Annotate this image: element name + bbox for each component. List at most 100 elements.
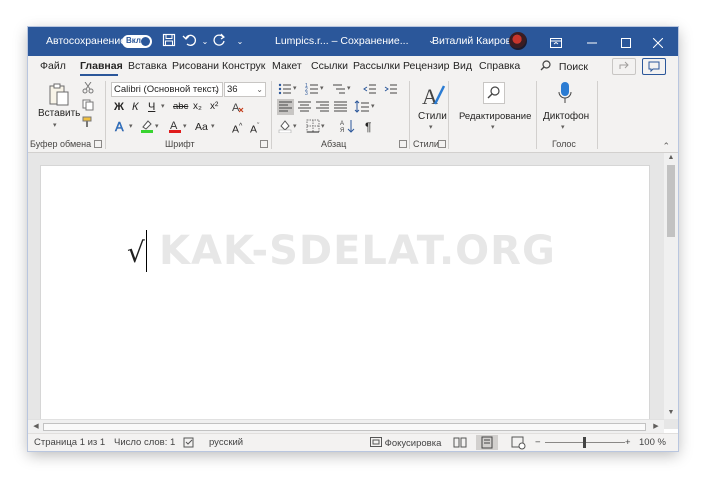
bullets-dropdown-icon[interactable]: ▾ [293,81,297,97]
close-button[interactable] [642,27,674,56]
subscript-button[interactable]: x₂ [193,99,202,115]
ribbon-display-options-icon[interactable] [540,27,572,56]
user-name[interactable]: Виталий Каиров [432,35,511,47]
font-color-icon[interactable]: A [168,119,182,136]
horizontal-scrollbar[interactable]: ◀ ▶ [28,419,664,433]
text-effects-dropdown-icon[interactable]: ▾ [129,119,133,135]
editing-dropdown-icon[interactable]: ▾ [491,123,495,131]
cut-icon[interactable] [82,81,94,97]
italic-button[interactable]: К [132,99,138,115]
zoom-in-button[interactable]: + [625,437,631,448]
microphone-icon[interactable] [557,81,573,110]
bold-button[interactable]: Ж [114,99,124,115]
tab-design[interactable]: Конструк [222,60,265,72]
zoom-slider-thumb[interactable] [583,437,586,448]
focus-mode[interactable]: Фокусировка [370,437,441,449]
borders-dropdown-icon[interactable]: ▾ [321,119,325,135]
tab-home[interactable]: Главная [80,60,123,72]
sort-icon[interactable]: AЯ [340,119,356,136]
grow-font-icon[interactable]: A^ [232,119,242,136]
tab-references[interactable]: Ссылки [311,60,348,72]
styles-launcher-icon[interactable] [438,140,446,148]
redo-icon[interactable] [211,33,229,50]
numbering-icon[interactable]: 123 [305,82,319,99]
page-count[interactable]: Страница 1 из 1 [34,437,105,448]
multilevel-dropdown-icon[interactable]: ▾ [347,81,351,97]
horizontal-scroll-thumb[interactable] [43,423,646,431]
paste-dropdown-icon[interactable]: ▾ [53,121,57,129]
tab-view[interactable]: Вид [453,60,472,72]
collapse-ribbon-icon[interactable]: ⌃ [662,141,670,152]
tab-layout[interactable]: Макет [272,60,302,72]
text-effects-icon[interactable]: A [114,119,128,136]
underline-button[interactable]: Ч [148,99,155,115]
line-spacing-icon[interactable] [354,99,371,118]
font-color-dropdown-icon[interactable]: ▾ [183,119,187,135]
save-icon[interactable] [160,33,178,50]
scroll-down-icon[interactable]: ▼ [664,409,678,416]
qat-customize-icon[interactable]: ⌄ [231,33,249,50]
numbering-dropdown-icon[interactable]: ▾ [320,81,324,97]
document-text[interactable]: √ [127,236,145,269]
editing-label[interactable]: Редактирование [459,111,531,122]
paste-label[interactable]: Вставить [38,108,80,119]
multilevel-list-icon[interactable] [332,82,346,99]
align-right-icon[interactable] [314,99,331,118]
vertical-scrollbar[interactable]: ▲ ▼ [664,153,678,419]
styles-dropdown-icon[interactable]: ▾ [429,123,433,131]
tab-help[interactable]: Справка [479,60,520,72]
paragraph-launcher-icon[interactable] [399,140,407,148]
highlight-dropdown-icon[interactable]: ▾ [155,119,159,135]
tab-file[interactable]: Файл [40,60,66,72]
language[interactable]: русский [209,437,243,448]
minimize-button[interactable] [576,27,608,56]
line-spacing-dropdown-icon[interactable]: ▾ [371,99,375,115]
shrink-font-icon[interactable]: Aˇ [250,119,259,136]
search-tab[interactable]: Поиск [540,60,588,73]
paste-icon[interactable] [48,82,70,109]
tab-mailings[interactable]: Рассылки [353,60,400,72]
strikethrough-button[interactable]: abc [173,99,188,115]
autosave-toggle[interactable]: Вкл. [122,35,152,48]
dictate-dropdown-icon[interactable]: ▾ [561,123,565,131]
shading-icon[interactable] [278,119,292,136]
highlight-icon[interactable] [140,119,154,136]
clipboard-launcher-icon[interactable] [94,140,102,148]
align-center-icon[interactable] [296,99,313,118]
print-layout-icon[interactable] [476,435,498,450]
comments-button[interactable] [642,58,666,75]
font-launcher-icon[interactable] [260,140,268,148]
document-page[interactable]: KAK-SDELAT.ORG √ [40,165,650,429]
show-formatting-icon[interactable]: ¶ [365,119,371,135]
vertical-scroll-thumb[interactable] [667,165,675,237]
change-case-dropdown-icon[interactable]: ▾ [211,119,215,135]
borders-icon[interactable] [306,119,320,136]
font-name-combo[interactable]: Calibri (Основной текст) ⌄ [111,82,223,97]
align-left-icon[interactable] [277,99,294,115]
document-title[interactable]: Lumpics.r... – Сохранение... [275,35,409,47]
web-layout-icon[interactable] [507,435,529,450]
bullets-icon[interactable] [278,82,292,99]
zoom-level[interactable]: 100 % [639,437,666,448]
decrease-indent-icon[interactable] [363,82,377,99]
change-case-button[interactable]: Aa [195,119,208,135]
increase-indent-icon[interactable] [384,82,398,99]
underline-dropdown-icon[interactable]: ▾ [161,99,165,115]
tab-review[interactable]: Рецензир [403,60,449,72]
find-icon[interactable] [483,82,505,104]
scroll-right-icon[interactable]: ▶ [649,422,663,430]
dictate-label[interactable]: Диктофон [543,111,589,122]
scroll-left-icon[interactable]: ◀ [29,422,43,430]
tab-insert[interactable]: Вставка [128,60,167,72]
share-button[interactable] [612,58,636,75]
font-size-combo[interactable]: 36 ⌄ [224,82,266,97]
scroll-up-icon[interactable]: ▲ [664,154,678,161]
proofing-icon[interactable] [183,437,195,451]
justify-icon[interactable] [332,99,349,118]
zoom-out-button[interactable]: − [535,437,541,448]
styles-icon[interactable]: A [420,82,446,111]
superscript-button[interactable]: x² [210,99,218,115]
format-painter-icon[interactable] [82,116,94,131]
styles-label[interactable]: Стили [418,111,447,122]
read-mode-icon[interactable] [449,435,471,450]
